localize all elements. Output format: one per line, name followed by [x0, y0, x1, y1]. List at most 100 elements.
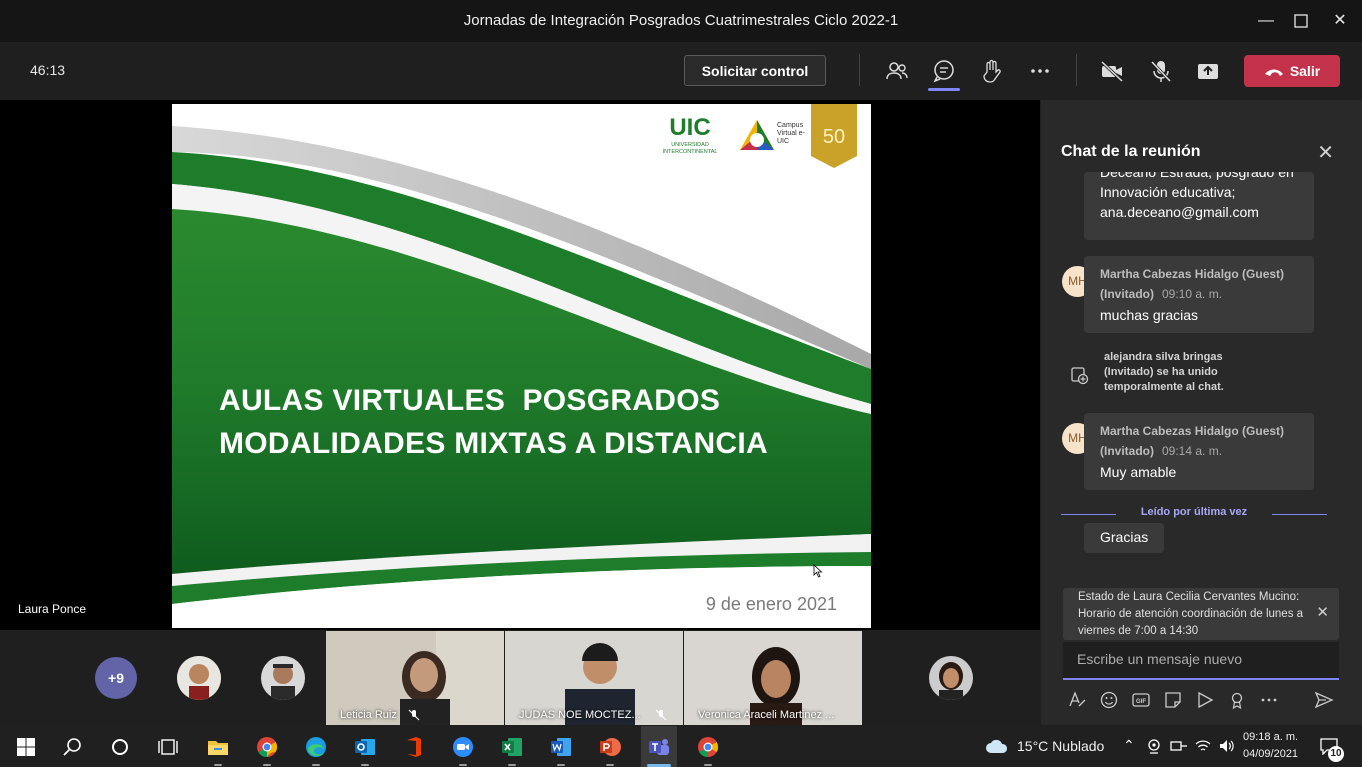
- presentation-slide: UIC UNIVERSIDAD INTERCONTINENTAL Campus …: [172, 104, 871, 628]
- clock-time: 09:18 a. m.: [1243, 731, 1299, 743]
- cortana-icon[interactable]: [108, 735, 132, 759]
- running-indicator: [361, 764, 369, 766]
- meeting-timer: 46:13: [30, 62, 66, 78]
- edge-icon[interactable]: [304, 735, 328, 759]
- message-line: Innovación educativa;: [1100, 184, 1236, 200]
- window-title-bar: Jornadas de Integración Posgrados Cuatri…: [0, 0, 1362, 42]
- meet-now-icon[interactable]: [1195, 690, 1215, 710]
- slide-background: [172, 104, 871, 628]
- weather-text[interactable]: 15°C Nublado: [1017, 738, 1104, 754]
- message-time: 09:10 a. m.: [1162, 287, 1223, 301]
- status-banner-text: Estado de Laura Cecilia Cervantes Mucino…: [1078, 591, 1304, 637]
- volume-icon[interactable]: [1218, 738, 1236, 754]
- outlook-icon[interactable]: [353, 735, 377, 759]
- message-input[interactable]: [1063, 642, 1339, 676]
- emoji-icon[interactable]: [1099, 690, 1119, 710]
- dismiss-status-icon[interactable]: ✕: [1316, 604, 1329, 621]
- office-icon[interactable]: [402, 735, 426, 759]
- maximize-icon[interactable]: [1287, 8, 1315, 34]
- running-indicator: [459, 764, 467, 766]
- close-icon[interactable]: ✕: [1326, 8, 1354, 34]
- more-options-icon[interactable]: [1259, 690, 1279, 710]
- gif-icon[interactable]: GIF: [1131, 690, 1151, 710]
- chrome-icon[interactable]: [255, 735, 279, 759]
- system-message: alejandra silva bringas (Invitado) se ha…: [1104, 351, 1224, 393]
- word-icon[interactable]: [549, 735, 573, 759]
- video-tile[interactable]: JUDAS NOE MOCTEZ...: [505, 631, 683, 725]
- campus-virtual-logo-text: Campus Virtual e-UIC: [777, 122, 805, 145]
- zoom-icon[interactable]: [451, 735, 475, 759]
- message-text: muchas gracias: [1100, 307, 1199, 323]
- video-tile[interactable]: Leticia Ruiz: [326, 631, 504, 725]
- chat-panel-title: Chat de la reunión: [1061, 143, 1201, 160]
- running-indicator: [312, 764, 320, 766]
- windows-start-icon[interactable]: [14, 735, 38, 759]
- message-time: 09:14 a. m.: [1162, 444, 1223, 458]
- message-sender-suffix: (Invitado): [1100, 287, 1154, 301]
- running-indicator: [508, 764, 516, 766]
- leave-button[interactable]: Salir: [1244, 55, 1340, 87]
- chat-icon[interactable]: [931, 58, 957, 84]
- raise-hand-icon[interactable]: [979, 58, 1005, 84]
- meeting-control-bar: 46:13 Solicitar control Salir: [0, 42, 1362, 100]
- running-indicator: [263, 764, 271, 766]
- mic-off-icon[interactable]: [1148, 58, 1174, 84]
- svg-text:GIF: GIF: [1136, 699, 1146, 705]
- more-icon[interactable]: [1027, 58, 1053, 84]
- last-read-divider: Leído por última vez: [1061, 506, 1327, 522]
- leave-label: Salir: [1289, 63, 1321, 79]
- file-explorer-icon[interactable]: [206, 735, 230, 759]
- participant-avatar[interactable]: [261, 656, 305, 700]
- uic-logo: UIC UNIVERSIDAD INTERCONTINENTAL: [650, 116, 730, 156]
- window-title: Jornadas de Integración Posgrados Cuatri…: [463, 12, 899, 29]
- search-icon[interactable]: [61, 735, 85, 759]
- participant-avatar[interactable]: [929, 656, 973, 700]
- chat-message: Deceano Estrada, posgrado en Innovación …: [1084, 172, 1314, 240]
- teams-icon[interactable]: [647, 735, 671, 759]
- request-control-button[interactable]: Solicitar control: [684, 55, 826, 86]
- more-participants-button[interactable]: +9: [95, 657, 137, 699]
- share-icon[interactable]: [1195, 58, 1221, 84]
- divider-line: [1272, 514, 1327, 515]
- send-icon[interactable]: [1314, 690, 1334, 710]
- notification-count-badge: 10: [1328, 746, 1344, 762]
- chrome-alt-icon[interactable]: [696, 735, 720, 759]
- format-icon[interactable]: [1067, 690, 1087, 710]
- message-sender-suffix: (Invitado): [1100, 444, 1154, 458]
- message-sender: Martha Cabezas Hidalgo (Guest): [1100, 424, 1285, 438]
- message-text: Muy amable: [1100, 464, 1177, 480]
- clock-date: 04/09/2021: [1243, 748, 1299, 760]
- participants-icon[interactable]: [884, 58, 910, 84]
- chat-message: Martha Cabezas Hidalgo (Guest) (Invitado…: [1084, 256, 1314, 333]
- close-chat-icon[interactable]: ✕: [1317, 140, 1334, 165]
- phone-hangup-icon: [1264, 69, 1283, 77]
- uic-logo-subtitle: UNIVERSIDAD INTERCONTINENTAL: [662, 142, 718, 155]
- wifi-icon[interactable]: [1195, 738, 1211, 754]
- slide-title: AULAS VIRTUALES POSGRADOS MODALIDADES MI…: [219, 379, 768, 465]
- chevron-up-icon[interactable]: ⌃: [1123, 737, 1135, 754]
- minimize-icon[interactable]: —: [1252, 8, 1280, 34]
- participant-avatar[interactable]: [177, 656, 221, 700]
- network-icon[interactable]: [1170, 738, 1188, 754]
- running-indicator: [704, 764, 712, 766]
- praise-icon[interactable]: [1227, 690, 1247, 710]
- sticker-icon[interactable]: [1163, 690, 1183, 710]
- camera-off-icon[interactable]: [1099, 58, 1125, 84]
- video-tile[interactable]: Veronica Araceli Martinez ...: [684, 631, 862, 725]
- excel-icon[interactable]: [500, 735, 524, 759]
- powerpoint-icon[interactable]: [598, 735, 622, 759]
- windows-taskbar: 15°C Nublado ⌃ 09:18 a. m. 04/09/2021 10: [0, 726, 1362, 767]
- system-clock[interactable]: 09:18 a. m. 04/09/2021: [1243, 729, 1298, 763]
- running-indicator: [214, 764, 222, 766]
- uic-logo-text: UIC: [669, 114, 711, 141]
- webcam-icon[interactable]: [1146, 738, 1162, 754]
- chat-panel: Chat de la reunión ✕ Deceano Estrada, po…: [1041, 100, 1362, 725]
- message-composer[interactable]: [1063, 642, 1339, 680]
- chat-message-own: Gracias: [1084, 523, 1164, 553]
- user-joined-icon: [1071, 367, 1089, 385]
- anniversary-badge-number: 50: [822, 126, 846, 148]
- status-banner: Estado de Laura Cecilia Cervantes Mucino…: [1063, 588, 1339, 640]
- task-view-icon[interactable]: [156, 735, 180, 759]
- slide-date: 9 de enero 2021: [705, 594, 837, 614]
- message-line: ana.deceano@gmail.com: [1100, 204, 1259, 220]
